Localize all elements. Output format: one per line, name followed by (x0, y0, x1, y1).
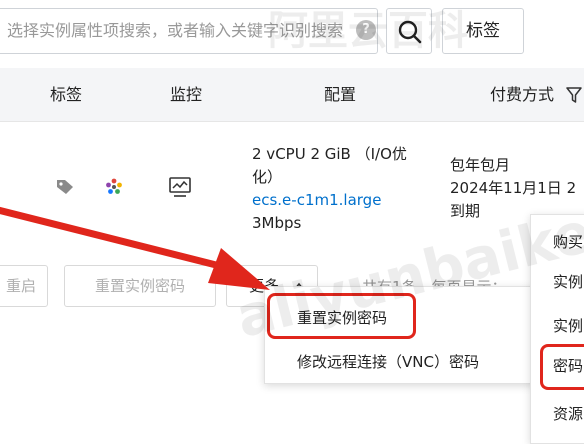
annotation-arrow (0, 206, 270, 290)
